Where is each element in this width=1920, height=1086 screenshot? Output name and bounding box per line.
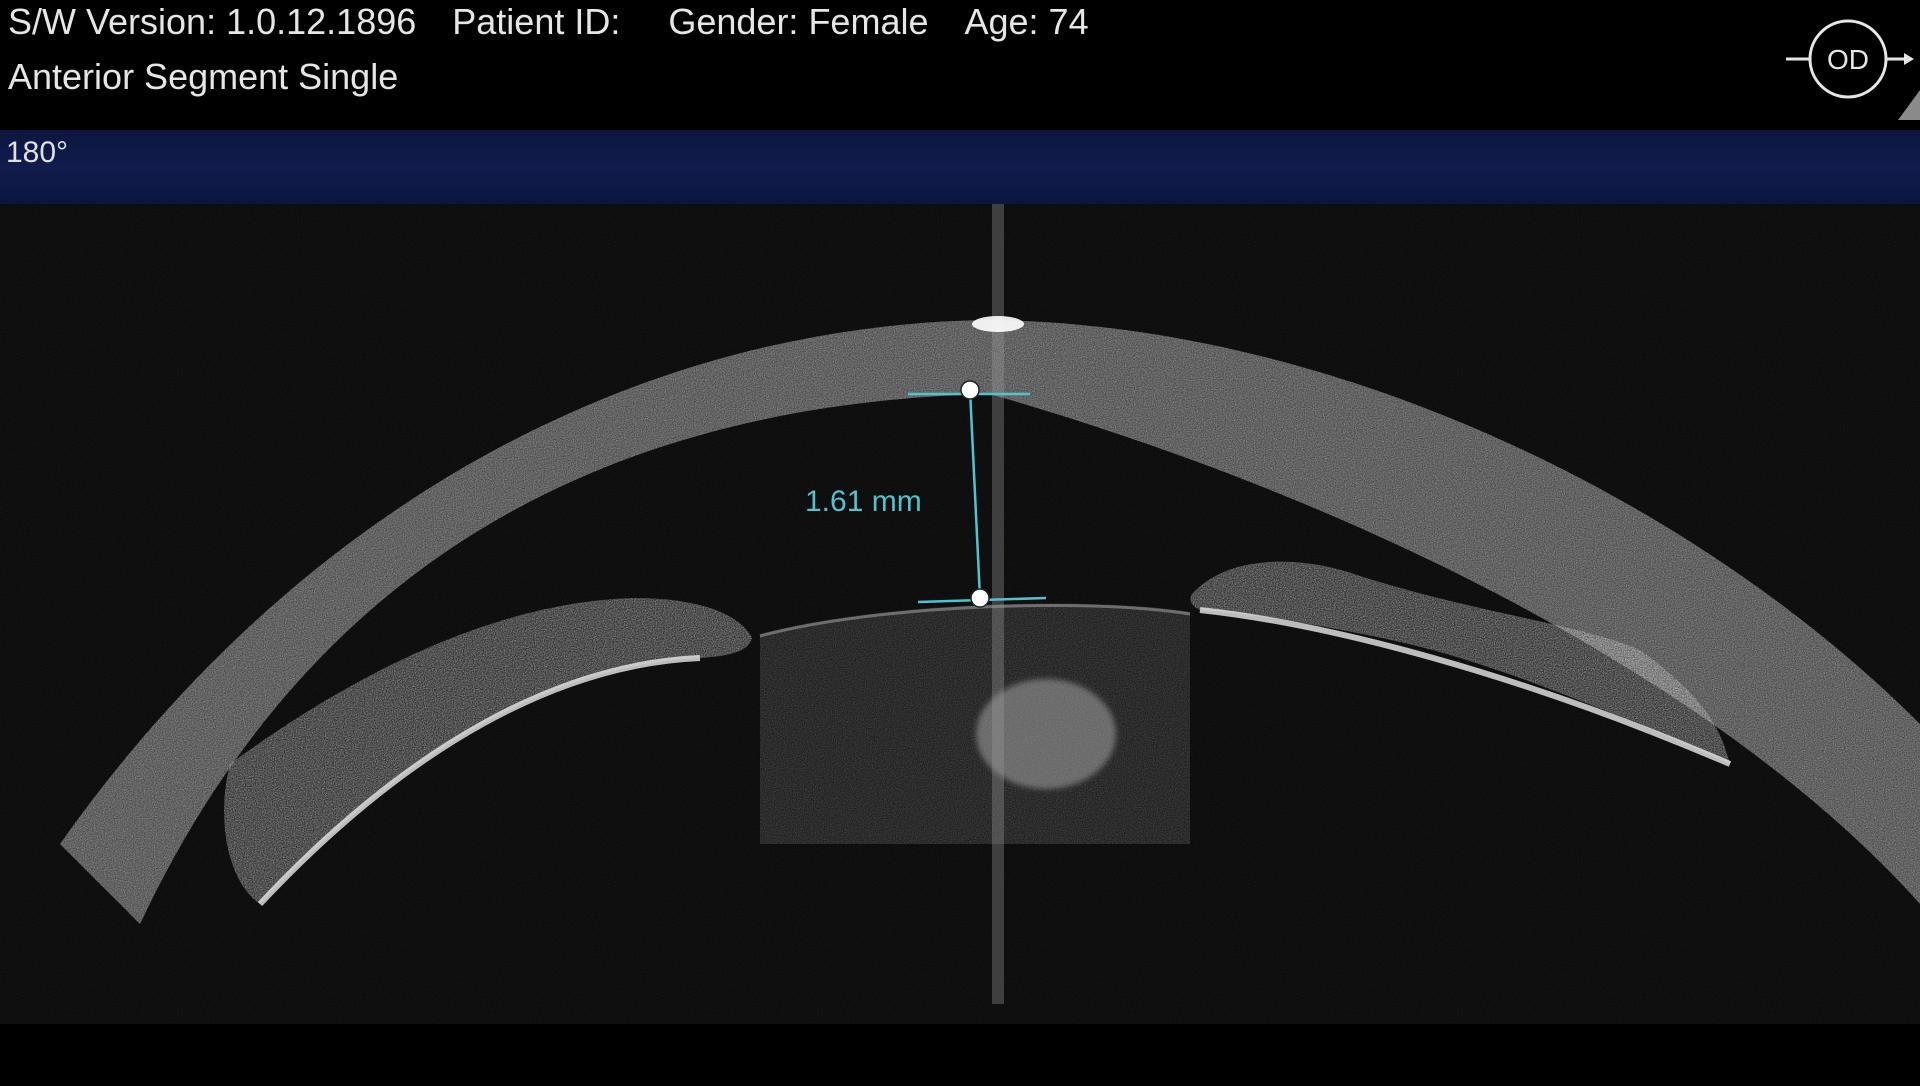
lens xyxy=(759,603,1191,844)
measurement-handle-top[interactable] xyxy=(960,380,980,400)
patient-info-line: S/W Version: 1.0.12.1896 Patient ID: Gen… xyxy=(8,0,1125,44)
scan-type-label: Anterior Segment Single xyxy=(8,56,399,97)
measurement-handle-bottom[interactable] xyxy=(970,588,990,608)
measurement-value: 1.61 mm xyxy=(805,485,922,518)
scan-angle-label: 180° xyxy=(6,136,69,169)
corner-triangle-icon xyxy=(1898,90,1920,120)
oct-viewer-screen: S/W Version: 1.0.12.1896 Patient ID: Gen… xyxy=(0,0,1920,1086)
patient-gender: Gender: Female xyxy=(668,1,929,42)
oct-scan-image: 1.61 mm xyxy=(0,204,1920,1086)
software-version: S/W Version: 1.0.12.1896 xyxy=(8,1,417,42)
od-eye-indicator-icon: OD xyxy=(1786,19,1920,120)
header-panel: S/W Version: 1.0.12.1896 Patient ID: Gen… xyxy=(0,0,1920,130)
eye-indicator[interactable]: OD xyxy=(1786,18,1920,122)
scan-angle-bar xyxy=(0,130,1920,204)
oct-image-view[interactable]: 1.61 mm xyxy=(0,204,1920,1086)
patient-id: Patient ID: xyxy=(452,1,621,42)
specular-reflection xyxy=(972,316,1024,332)
patient-age: Age: 74 xyxy=(964,1,1089,42)
eye-label: OD xyxy=(1827,44,1869,75)
